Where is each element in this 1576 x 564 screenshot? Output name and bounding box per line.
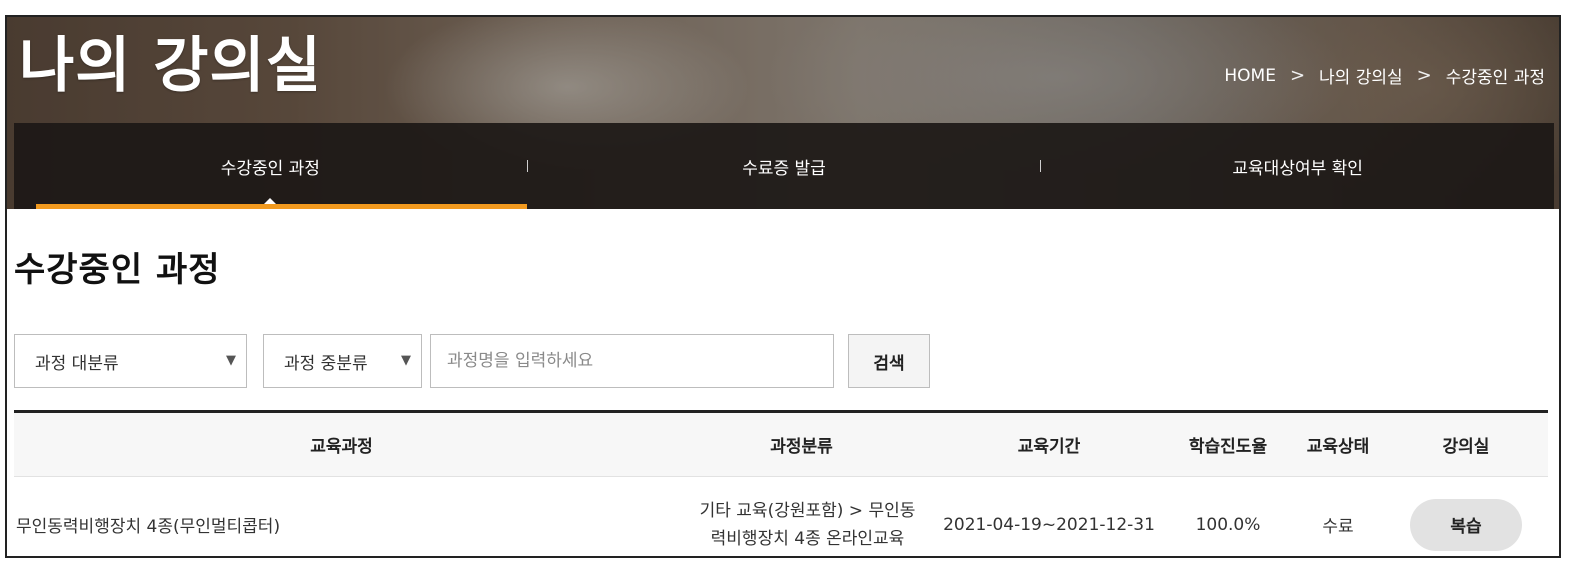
course-search-input[interactable] bbox=[430, 334, 834, 388]
tab-eligibility-check[interactable]: 교육대상여부 확인 bbox=[1041, 123, 1554, 209]
course-period: 2021-04-19~2021-12-31 bbox=[943, 514, 1155, 535]
hero-banner: 나의 강의실 HOME > 나의 강의실 > 수강중인 과정 수강중인 과정 수… bbox=[7, 17, 1559, 209]
page-frame: 나의 강의실 HOME > 나의 강의실 > 수강중인 과정 수강중인 과정 수… bbox=[5, 15, 1561, 558]
course-category: 기타 교육(강원포함) > 무인동 력비행장치 4종 온라인교육 bbox=[669, 497, 934, 553]
column-header: 교육기간 bbox=[1017, 437, 1081, 457]
triangle-down-icon: ▼ bbox=[226, 353, 236, 368]
triangle-down-icon: ▼ bbox=[401, 353, 411, 368]
tab-bar: 수강중인 과정 수료증 발급 교육대상여부 확인 bbox=[14, 123, 1554, 209]
breadcrumb-separator-icon: > bbox=[1416, 65, 1432, 86]
breadcrumb-separator-icon: > bbox=[1289, 65, 1306, 86]
breadcrumb-my-classroom[interactable]: 나의 강의실 bbox=[1319, 63, 1403, 88]
tab-label: 교육대상여부 확인 bbox=[1232, 158, 1363, 179]
select-value: 과정 대분류 bbox=[35, 353, 119, 374]
review-button[interactable]: 복습 bbox=[1410, 498, 1522, 551]
caret-up-icon bbox=[264, 198, 277, 204]
course-category-line: 력비행장치 4종 온라인교육 bbox=[710, 528, 905, 549]
column-header: 과정분류 bbox=[770, 437, 833, 457]
column-header: 교육상태 bbox=[1306, 437, 1370, 457]
column-header: 교육과정 bbox=[310, 437, 373, 457]
breadcrumb: HOME > 나의 강의실 > 수강중인 과정 bbox=[1224, 63, 1545, 88]
course-category-line: 기타 교육(강원포함) > 무인동 bbox=[699, 500, 916, 521]
course-name[interactable]: 무인동력비행장치 4종(무인멀티콥터) bbox=[14, 512, 669, 537]
breadcrumb-current: 수강중인 과정 bbox=[1445, 68, 1545, 88]
hero-title: 나의 강의실 bbox=[19, 31, 322, 101]
course-progress: 100.0% bbox=[1195, 514, 1261, 535]
active-tab-indicator bbox=[36, 204, 527, 209]
filter-bar: 과정 대분류 ▼ 과정 중분류 ▼ 검색 bbox=[14, 334, 930, 388]
classroom-cell: 복습 bbox=[1384, 498, 1548, 551]
breadcrumb-home[interactable]: HOME bbox=[1224, 66, 1276, 86]
tab-label: 수강중인 과정 bbox=[220, 158, 320, 179]
column-header: 강의실 bbox=[1442, 437, 1490, 457]
column-header: 학습진도율 bbox=[1188, 437, 1268, 457]
search-button[interactable]: 검색 bbox=[848, 334, 930, 388]
page-title: 수강중인 과정 bbox=[14, 250, 221, 290]
category-major-select[interactable]: 과정 대분류 ▼ bbox=[14, 334, 247, 388]
table-header: 교육과정 과정분류 교육기간 학습진도율 교육상태 강의실 bbox=[14, 410, 1548, 477]
table-row: 무인동력비행장치 4종(무인멀티콥터) 기타 교육(강원포함) > 무인동 력비… bbox=[14, 477, 1548, 556]
course-status: 수료 bbox=[1322, 517, 1354, 537]
select-value: 과정 중분류 bbox=[284, 353, 368, 374]
category-minor-select[interactable]: 과정 중분류 ▼ bbox=[263, 334, 422, 388]
tab-label: 수료증 발급 bbox=[742, 158, 826, 179]
tab-certificate[interactable]: 수료증 발급 bbox=[528, 123, 1041, 209]
course-table: 교육과정 과정분류 교육기간 학습진도율 교육상태 강의실 무인동력비행장치 4… bbox=[14, 410, 1548, 556]
tab-enrolled-courses[interactable]: 수강중인 과정 bbox=[14, 123, 527, 209]
